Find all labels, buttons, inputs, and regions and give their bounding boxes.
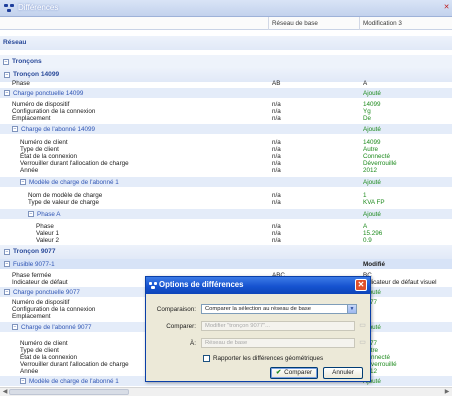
network-icon — [149, 282, 158, 289]
comparaison-value: Comparer la sélection au réseau de base — [205, 306, 312, 312]
collapse-toggle[interactable]: − — [12, 126, 18, 132]
table-row[interactable]: − Charge ponctuelle 14099 Ajouté — [0, 90, 452, 97]
column-header: Réseau de base Modification 3 — [0, 17, 452, 30]
collapse-toggle[interactable]: − — [20, 179, 26, 185]
table-row[interactable]: Année n/a 2012 — [0, 167, 452, 174]
table-row[interactable]: Valeur 1 n/a 15.296 — [0, 230, 452, 237]
compare-button[interactable]: ✔ Comparer — [270, 367, 318, 379]
options-dialog: Options de différences ✕ Comparaison: Co… — [145, 276, 371, 382]
section-troncons-label: Tronçons — [12, 58, 42, 65]
table-row[interactable]: Type de client n/a Autre — [0, 146, 452, 153]
collapse-toggle[interactable]: − — [12, 324, 18, 330]
troncon-9077: − Tronçon 9077 — [0, 245, 452, 259]
table-row[interactable]: Type de valeur de charge n/a KVA FP — [0, 199, 452, 206]
column-modified[interactable]: Modification 3 — [363, 20, 402, 27]
troncon-14099-label: Tronçon 14099 — [13, 71, 60, 78]
scroll-left-icon[interactable]: ◀ — [1, 389, 9, 396]
table-row[interactable]: Numéro de dispositif n/a 14099 — [0, 101, 452, 108]
table-row[interactable]: − Phase A Ajouté — [0, 211, 452, 218]
window-title: Différences — [18, 3, 59, 12]
comparaison-select[interactable]: Comparer la sélection au réseau de base … — [201, 304, 357, 314]
table-row[interactable]: − Charge de l'abonné 14099 Ajouté — [0, 126, 452, 133]
close-icon[interactable]: ✕ — [443, 3, 450, 12]
collapse-toggle[interactable]: − — [4, 90, 10, 96]
scrollbar-thumb[interactable] — [9, 389, 129, 395]
table-row[interactable]: Phase n/a A — [0, 223, 452, 230]
a-label: À: — [190, 340, 196, 347]
table-row[interactable]: Phase AB A — [0, 80, 452, 87]
table-row[interactable]: Verrouiller durant l'allocation de charg… — [0, 160, 452, 167]
window-titlebar: Différences ✕ — [0, 0, 452, 17]
collapse-toggle[interactable]: − — [4, 72, 10, 78]
scroll-right-icon[interactable]: ▶ — [443, 389, 451, 396]
collapse-toggle[interactable]: − — [20, 378, 26, 384]
collapse-toggle[interactable]: − — [3, 59, 9, 65]
table-row[interactable]: Numéro de client n/a 14099 — [0, 139, 452, 146]
geo-differences-checkbox[interactable] — [203, 355, 210, 362]
table-row[interactable]: État de la connexion n/a Connecté — [0, 153, 452, 160]
horizontal-scrollbar[interactable]: ◀ ▶ — [0, 387, 452, 396]
collapse-toggle[interactable]: − — [4, 261, 10, 267]
table-row[interactable]: Configuration de la connexion n/a Yg — [0, 108, 452, 115]
chevron-down-icon[interactable]: ▼ — [347, 305, 356, 313]
section-reseau: Réseau — [0, 36, 452, 50]
folder-icon: ▭ — [359, 339, 366, 346]
cancel-button[interactable]: Annuler — [323, 367, 363, 379]
section-troncons: − Tronçons — [0, 55, 452, 69]
dialog-title: Options de différences — [159, 280, 244, 289]
comparaison-label: Comparaison: — [156, 306, 196, 313]
collapse-toggle[interactable]: − — [4, 289, 10, 295]
check-icon: ✔ — [275, 369, 282, 376]
dialog-titlebar[interactable]: Options de différences ✕ — [146, 277, 370, 294]
troncon-9077-label: Tronçon 9077 — [13, 248, 56, 255]
section-reseau-label: Réseau — [3, 39, 27, 46]
table-row[interactable]: − Fusible 9077-1 Modifié — [0, 261, 452, 268]
comparer-label: Comparer: — [166, 323, 196, 330]
table-row[interactable]: − Modèle de charge de l'abonné 1 Ajouté — [0, 179, 452, 186]
geo-differences-label[interactable]: Rapporter les différences géométriques — [213, 355, 323, 362]
table-row[interactable]: Valeur 2 n/a 0.9 — [0, 237, 452, 244]
collapse-toggle[interactable]: − — [4, 249, 10, 255]
close-icon[interactable]: ✕ — [355, 279, 367, 291]
collapse-toggle[interactable]: − — [28, 211, 34, 217]
table-row[interactable]: Emplacement n/a De — [0, 115, 452, 122]
column-base[interactable]: Réseau de base — [272, 20, 318, 27]
network-icon — [4, 4, 14, 12]
comparer-field: Modifier "tronçon 9077"... — [201, 321, 355, 331]
a-field: Réseau de base — [201, 338, 355, 348]
table-row[interactable]: Nom de modèle de charge n/a 1 — [0, 192, 452, 199]
folder-icon: ▭ — [359, 322, 366, 329]
